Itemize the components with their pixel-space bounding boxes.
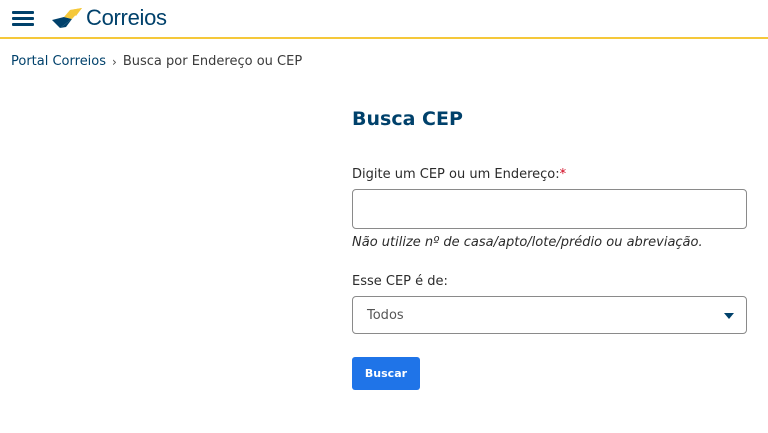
- cep-hint-text: Não utilize nº de casa/apto/lote/prédio …: [352, 235, 703, 250]
- breadcrumb-current: Busca por Endereço ou CEP: [122, 54, 303, 69]
- cep-field-label-text: Digite um CEP ou um Endereço:: [352, 167, 560, 182]
- page-title: Busca CEP: [352, 108, 463, 130]
- required-mark: *: [559, 167, 567, 182]
- hamburger-menu-icon[interactable]: [12, 8, 36, 28]
- cep-field-label: Digite um CEP ou um Endereço:*: [352, 167, 566, 182]
- logo-text: Correios: [86, 5, 167, 30]
- busca-cep-form: Busca CEP Digite um CEP ou um Endereço:*…: [352, 108, 748, 390]
- buscar-button[interactable]: Buscar: [352, 357, 420, 390]
- correios-logo-icon: [52, 8, 82, 28]
- chevron-down-icon: [724, 313, 734, 319]
- correios-logo[interactable]: Correios: [50, 3, 167, 33]
- tipo-cep-selected-value: Todos: [367, 308, 404, 323]
- top-header: Correios: [0, 0, 768, 39]
- tipo-cep-label: Esse CEP é de:: [352, 274, 448, 289]
- cep-input[interactable]: [352, 189, 747, 229]
- breadcrumb-home-link[interactable]: Portal Correios: [11, 54, 106, 69]
- breadcrumb: Portal Correios › Busca por Endereço ou …: [11, 54, 302, 69]
- breadcrumb-chevron-icon: ›: [112, 54, 117, 69]
- tipo-cep-select[interactable]: Todos: [352, 296, 747, 334]
